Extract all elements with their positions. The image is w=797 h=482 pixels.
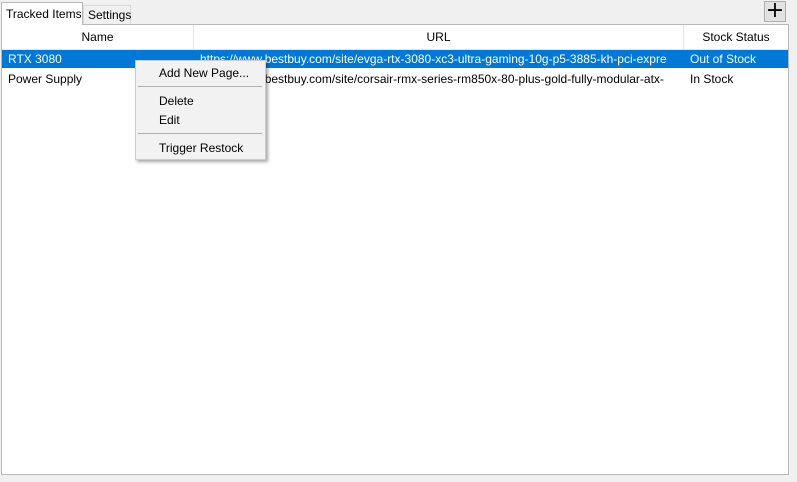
column-header-stock-status[interactable]: Stock Status — [684, 25, 788, 49]
column-header-name[interactable]: Name — [2, 25, 194, 49]
menu-item-edit[interactable]: Edit — [138, 111, 263, 130]
menu-separator — [138, 133, 262, 134]
context-menu: Add New Page... Delete Edit Trigger Rest… — [135, 60, 266, 160]
table-row[interactable]: RTX 3080 https://www.bestbuy.com/site/ev… — [2, 50, 788, 68]
row-url-cell: https://www.bestbuy.com/site/evga-rtx-30… — [200, 52, 667, 66]
menu-separator — [138, 86, 262, 87]
app-window: Tracked Items Settings + Name URL Stock … — [0, 0, 797, 482]
menu-item-trigger-restock[interactable]: Trigger Restock — [138, 139, 263, 158]
table-row[interactable]: Power Supply https://www.bestbuy.com/sit… — [2, 70, 788, 88]
tab-settings[interactable]: Settings — [83, 5, 131, 24]
tracked-items-table: Name URL Stock Status RTX 3080 https://w… — [1, 24, 789, 475]
table-header: Name URL Stock Status — [2, 25, 788, 50]
add-item-button[interactable]: + — [764, 0, 786, 23]
tab-strip: Tracked Items Settings + — [0, 0, 797, 25]
tab-tracked-items[interactable]: Tracked Items — [1, 2, 83, 25]
row-status-cell: Out of Stock — [690, 52, 757, 66]
menu-item-add-new-page[interactable]: Add New Page... — [138, 64, 263, 83]
row-url-cell: https://www.bestbuy.com/site/corsair-rmx… — [200, 72, 664, 86]
column-header-url[interactable]: URL — [194, 25, 684, 49]
plus-icon: + — [765, 0, 785, 23]
row-status-cell: In Stock — [690, 72, 734, 86]
menu-item-delete[interactable]: Delete — [138, 92, 263, 111]
window-bottom-edge — [0, 475, 797, 482]
